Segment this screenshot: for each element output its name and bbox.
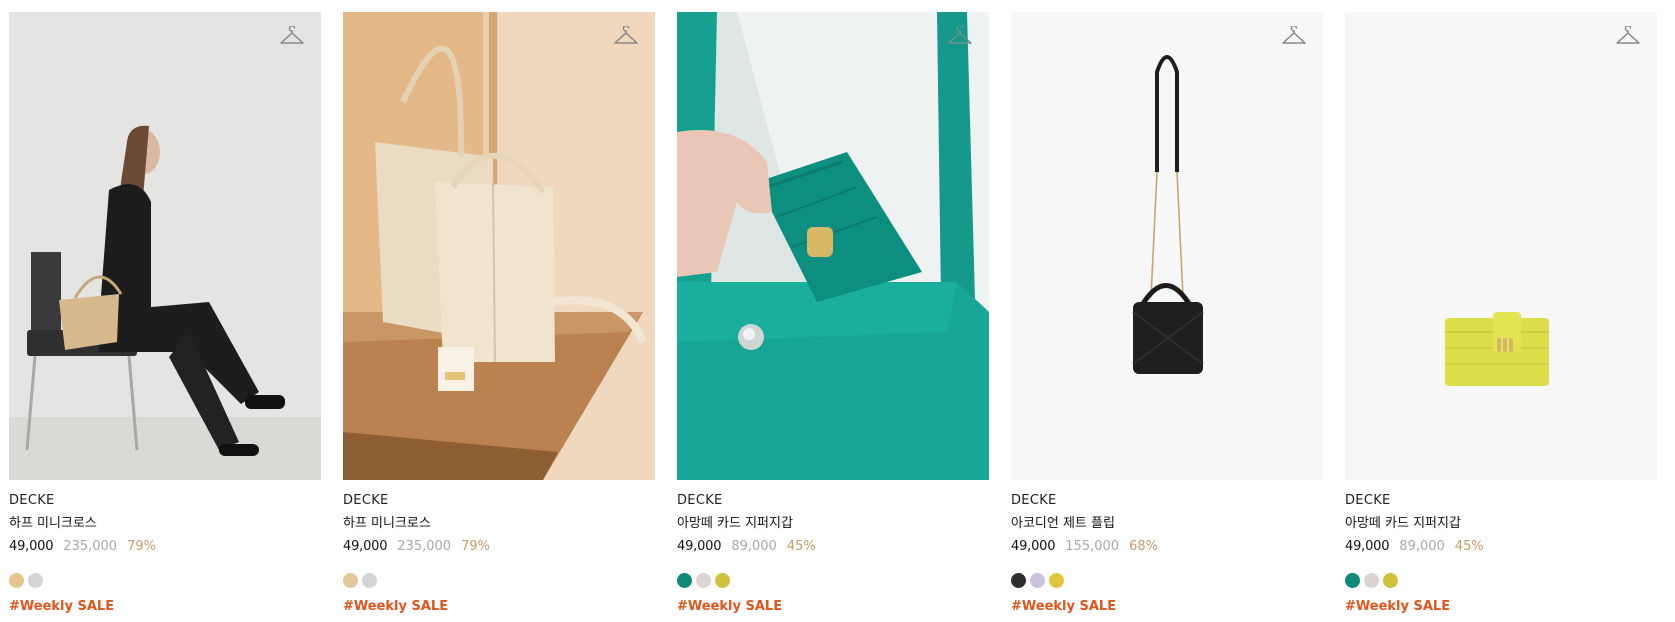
product-brand: DECKE (1011, 493, 1057, 508)
product-name[interactable]: 아망떼 카드 지퍼지갑 (1345, 515, 1657, 533)
color-swatches (9, 573, 321, 589)
discount-rate: 68% (1129, 539, 1158, 554)
black-mini-bag-chain-strap-image (1011, 12, 1323, 480)
product-grid: DECKE 하프 미니크로스 49,000 235,000 79% #Weekl… (0, 0, 1675, 616)
promo-tag[interactable]: #Weekly SALE (677, 598, 989, 616)
color-swatches (677, 573, 989, 589)
price-row: 49,000 235,000 79% (9, 538, 321, 556)
promo-tag[interactable]: #Weekly SALE (343, 598, 655, 616)
hanger-icon[interactable] (613, 26, 639, 48)
price-row: 49,000 89,000 45% (677, 538, 989, 556)
color-swatch[interactable] (1345, 573, 1360, 588)
beige-bucket-bag-on-table-image (343, 12, 655, 480)
product-name[interactable]: 하프 미니크로스 (343, 515, 655, 533)
promo-tag[interactable]: #Weekly SALE (1345, 598, 1657, 616)
promo-tag[interactable]: #Weekly SALE (1011, 598, 1323, 616)
original-price: 235,000 (63, 539, 118, 554)
product-image[interactable] (1345, 12, 1657, 480)
color-swatch[interactable] (1011, 573, 1026, 588)
discount-rate: 79% (461, 539, 490, 554)
color-swatch[interactable] (1383, 573, 1398, 588)
color-swatches (1011, 573, 1323, 589)
color-swatch[interactable] (28, 573, 43, 588)
color-swatch[interactable] (715, 573, 730, 588)
original-price: 89,000 (731, 539, 777, 554)
hanger-icon[interactable] (947, 26, 973, 48)
original-price: 235,000 (397, 539, 452, 554)
product-card[interactable]: DECKE 아코디언 제트 플립 49,000 155,000 68% #Wee… (1011, 12, 1323, 616)
product-card[interactable]: DECKE 아망떼 카드 지퍼지갑 49,000 89,000 45% #Wee… (677, 12, 989, 616)
original-price: 155,000 (1065, 539, 1120, 554)
product-name[interactable]: 하프 미니크로스 (9, 515, 321, 533)
price-row: 49,000 89,000 45% (1345, 538, 1657, 556)
sale-price: 49,000 (677, 539, 722, 554)
color-swatch[interactable] (1364, 573, 1379, 588)
discount-rate: 79% (127, 539, 156, 554)
product-brand: DECKE (343, 493, 389, 508)
color-swatches (1345, 573, 1657, 589)
sale-price: 49,000 (1011, 539, 1056, 554)
color-swatch[interactable] (1049, 573, 1064, 588)
product-image[interactable] (343, 12, 655, 480)
product-name[interactable]: 아망떼 카드 지퍼지갑 (677, 515, 989, 533)
sale-price: 49,000 (343, 539, 388, 554)
model-with-beige-bag-image (9, 12, 321, 480)
product-image[interactable] (677, 12, 989, 480)
color-swatch[interactable] (1030, 573, 1045, 588)
price-row: 49,000 235,000 79% (343, 538, 655, 556)
product-image[interactable] (9, 12, 321, 480)
discount-rate: 45% (786, 539, 816, 554)
sale-price: 49,000 (9, 539, 54, 554)
product-brand: DECKE (677, 493, 723, 508)
original-price: 89,000 (1399, 539, 1445, 554)
sale-price: 49,000 (1345, 539, 1390, 554)
discount-rate: 45% (1454, 539, 1484, 554)
product-brand: DECKE (1345, 493, 1391, 508)
hanger-icon[interactable] (1615, 26, 1641, 48)
hanger-icon[interactable] (1281, 26, 1307, 48)
color-swatch[interactable] (677, 573, 692, 588)
product-name[interactable]: 아코디언 제트 플립 (1011, 515, 1323, 533)
product-card[interactable]: DECKE 하프 미니크로스 49,000 235,000 79% #Weekl… (343, 12, 655, 616)
product-image[interactable] (1011, 12, 1323, 480)
product-card[interactable]: DECKE 아망떼 카드 지퍼지갑 49,000 89,000 45% #Wee… (1345, 12, 1657, 616)
product-card[interactable]: DECKE 하프 미니크로스 49,000 235,000 79% #Weekl… (9, 12, 321, 616)
color-swatch[interactable] (9, 573, 24, 588)
hanger-icon[interactable] (279, 26, 305, 48)
color-swatch[interactable] (696, 573, 711, 588)
color-swatch[interactable] (343, 573, 358, 588)
price-row: 49,000 155,000 68% (1011, 538, 1323, 556)
yellow-card-wallet-image (1345, 12, 1657, 480)
product-brand: DECKE (9, 493, 55, 508)
promo-tag[interactable]: #Weekly SALE (9, 598, 321, 616)
teal-card-wallet-closeup-image (677, 12, 989, 480)
color-swatch[interactable] (362, 573, 377, 588)
color-swatches (343, 573, 655, 589)
